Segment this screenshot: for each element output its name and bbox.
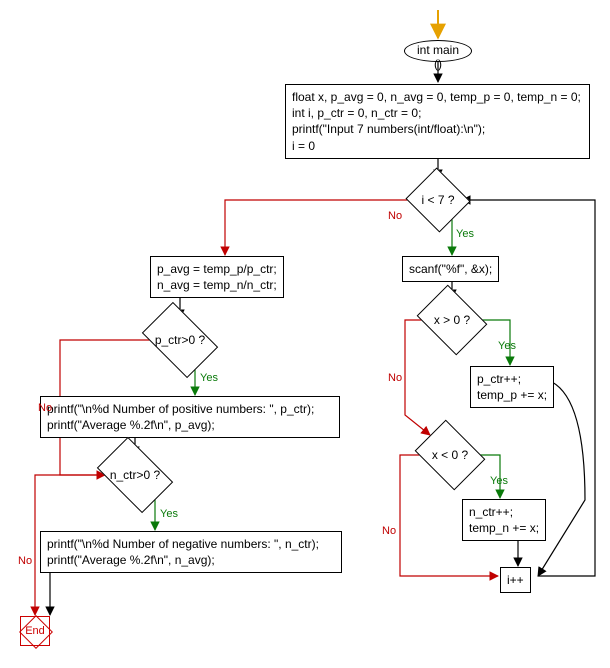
pos-text: p_ctr++; temp_p += x; (477, 372, 547, 402)
neg-text: n_ctr++; temp_n += x; (469, 505, 539, 535)
edge-yes: Yes (200, 372, 218, 384)
inc-block: i++ (500, 567, 531, 593)
edge-yes: Yes (456, 228, 474, 240)
print-pos-text: printf("\n%d Number of positive numbers:… (47, 402, 314, 432)
edge-no: No (38, 402, 52, 414)
print-neg-block: printf("\n%d Number of negative numbers:… (40, 531, 342, 573)
edge-no: No (382, 525, 396, 537)
edge-yes: Yes (160, 508, 178, 520)
cond-xpos-label: x > 0 ? (434, 313, 470, 327)
cond-xneg-label: x < 0 ? (432, 448, 468, 462)
edge-no: No (388, 210, 402, 222)
cond-nctr-label: n_ctr>0 ? (110, 468, 160, 482)
scan-block: scanf("%f", &x); (402, 256, 499, 282)
scan-text: scanf("%f", &x); (409, 262, 492, 276)
cond-nctr-diamond: n_ctr>0 ? (103, 453, 167, 497)
edge-yes: Yes (490, 475, 508, 487)
init-block: float x, p_avg = 0, n_avg = 0, temp_p = … (285, 84, 590, 159)
cond-i-label: i < 7 ? (421, 193, 454, 207)
end-label: End (25, 625, 45, 637)
start-node: int main () (404, 40, 472, 62)
cond-i-diamond: i < 7 ? (414, 178, 462, 222)
init-text: float x, p_avg = 0, n_avg = 0, temp_p = … (292, 90, 581, 153)
cond-pctr-diamond: p_ctr>0 ? (148, 318, 212, 362)
cond-xneg-diamond: x < 0 ? (422, 433, 478, 477)
cond-pctr-label: p_ctr>0 ? (155, 333, 205, 347)
calc-avg-block: p_avg = temp_p/p_ctr; n_avg = temp_n/n_c… (150, 256, 284, 298)
print-pos-block: printf("\n%d Number of positive numbers:… (40, 396, 340, 438)
print-neg-text: printf("\n%d Number of negative numbers:… (47, 537, 319, 567)
edge-no: No (388, 372, 402, 384)
inc-text: i++ (507, 573, 524, 587)
edge-yes: Yes (498, 340, 516, 352)
end-node: End (20, 616, 50, 646)
pos-block: p_ctr++; temp_p += x; (470, 366, 554, 408)
calc-avg-text: p_avg = temp_p/p_ctr; n_avg = temp_n/n_c… (157, 262, 277, 292)
flowchart-canvas: int main () float x, p_avg = 0, n_avg = … (0, 0, 610, 668)
neg-block: n_ctr++; temp_n += x; (462, 499, 546, 541)
edge-no: No (18, 555, 32, 567)
cond-xpos-diamond: x > 0 ? (424, 298, 480, 342)
